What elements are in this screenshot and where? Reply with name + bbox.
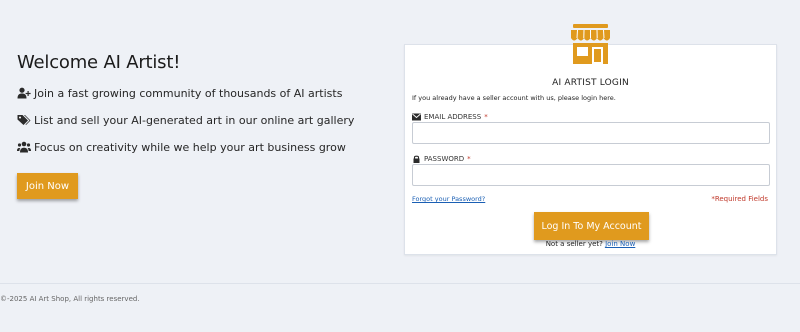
benefits-list: Join a fast growing community of thousan… — [17, 87, 377, 168]
hero-section: Welcome AI Artist! Join a fast growing c… — [17, 52, 377, 168]
benefit-text: Join a fast growing community of thousan… — [34, 87, 343, 100]
login-card: AI ARTIST LOGIN If you already have a se… — [404, 44, 777, 255]
required-asterisk: * — [484, 113, 488, 121]
required-fields-note: *Required Fields — [711, 195, 768, 203]
users-icon — [17, 141, 31, 153]
benefit-text: Focus on creativity while we help your a… — [34, 141, 346, 154]
password-label-text: PASSWORD — [424, 155, 465, 163]
login-submit-button[interactable]: Log In To My Account — [534, 212, 649, 240]
user-plus-icon — [17, 87, 31, 99]
required-asterisk: * — [467, 155, 471, 163]
welcome-title: Welcome AI Artist! — [17, 52, 181, 73]
tags-icon — [17, 115, 31, 125]
benefit-item: Focus on creativity while we help your a… — [17, 141, 377, 168]
benefit-item: List and sell your AI-generated art in o… — [17, 114, 377, 141]
login-subtitle: If you already have a seller account wit… — [412, 94, 616, 102]
login-title: AI ARTIST LOGIN — [552, 78, 629, 88]
join-now-button[interactable]: Join Now — [17, 173, 78, 199]
password-field[interactable] — [412, 164, 770, 186]
benefit-item: Join a fast growing community of thousan… — [17, 87, 377, 114]
signup-prompt-text: Not a seller yet? — [545, 240, 603, 248]
footer-copyright: ©-2025 AI Art Shop, All rights reserved. — [0, 295, 140, 303]
benefit-text: List and sell your AI-generated art in o… — [34, 114, 355, 127]
join-now-link[interactable]: Join Now — [605, 240, 635, 248]
envelope-icon — [412, 113, 421, 121]
footer-divider — [0, 283, 800, 284]
email-label: EMAIL ADDRESS * — [412, 113, 488, 121]
lock-icon — [413, 155, 420, 163]
forgot-password-link[interactable]: Forgot your Password? — [412, 195, 485, 203]
storefront-icon — [571, 24, 610, 64]
password-label: PASSWORD * — [412, 155, 471, 163]
signup-prompt: Not a seller yet? Join Now — [405, 240, 776, 248]
email-field[interactable] — [412, 122, 770, 144]
email-label-text: EMAIL ADDRESS — [424, 113, 482, 121]
